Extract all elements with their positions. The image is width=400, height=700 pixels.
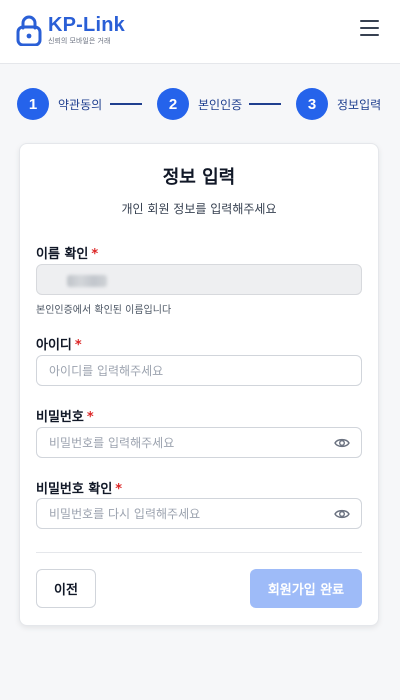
password-input[interactable]: [36, 427, 362, 458]
step-label: 정보입력: [337, 97, 382, 112]
user-id-label: 아이디 *: [36, 334, 82, 353]
form-subtitle: 개인 회원 정보를 입력해주세요: [121, 202, 277, 216]
brand-tagline: 신뢰의 모바일은 거래: [48, 36, 111, 45]
brand-name: KP-Link: [48, 13, 125, 36]
lock-icon: [16, 15, 42, 46]
password-label: 비밀번호 *: [36, 406, 94, 425]
eye-icon[interactable]: [334, 436, 350, 450]
required-mark: *: [115, 482, 123, 497]
user-id-input[interactable]: [36, 355, 362, 386]
app-header: KP-Link 신뢰의 모바일은 거래: [0, 0, 400, 64]
user-id-label-text: 아이디: [36, 338, 72, 353]
name-label-text: 이름 확인: [36, 247, 89, 262]
logo[interactable]: KP-Link 신뢰의 모바일은 거래: [16, 14, 125, 46]
step-number: 3: [296, 88, 328, 120]
name-label: 이름 확인 *: [36, 243, 98, 262]
step-number: 1: [17, 88, 49, 120]
password-confirm-label: 비밀번호 확인 *: [36, 478, 122, 497]
step-info-input: 3 정보입력: [296, 88, 381, 120]
eye-icon[interactable]: [334, 507, 350, 521]
signup-form-card: 정보 입력 개인 회원 정보를 입력해주세요 이름 확인 * 본인인증에서 확인된…: [19, 143, 379, 626]
name-help-text: 본인인증에서 확인된 이름입니다: [36, 305, 172, 316]
signup-progress-steps: 1 약관동의 2 본인인증 3 정보입력: [0, 88, 400, 120]
step-verification: 2 본인인증: [157, 88, 242, 120]
step-label: 본인인증: [198, 97, 243, 112]
step-number: 2: [157, 88, 189, 120]
step-label: 약관동의: [58, 97, 103, 112]
required-mark: *: [86, 410, 94, 425]
blurred-name-value: [67, 275, 107, 287]
form-title: 정보 입력: [162, 167, 236, 188]
step-connector: [249, 103, 281, 105]
password-confirm-field-wrapper: [36, 498, 362, 529]
form-divider: [36, 552, 362, 553]
password-confirm-input[interactable]: [36, 498, 362, 529]
required-mark: *: [74, 338, 82, 353]
password-label-text: 비밀번호: [36, 410, 84, 425]
signup-complete-button[interactable]: 회원가입 완료: [250, 569, 362, 608]
password-field-wrapper: [36, 427, 362, 458]
step-connector: [110, 103, 142, 105]
required-mark: *: [91, 247, 99, 262]
password-confirm-label-text: 비밀번호 확인: [36, 482, 113, 497]
step-terms: 1 약관동의: [17, 88, 102, 120]
hamburger-menu-icon[interactable]: [360, 20, 380, 38]
name-readonly-field: [36, 264, 362, 295]
prev-button[interactable]: 이전: [36, 569, 96, 608]
